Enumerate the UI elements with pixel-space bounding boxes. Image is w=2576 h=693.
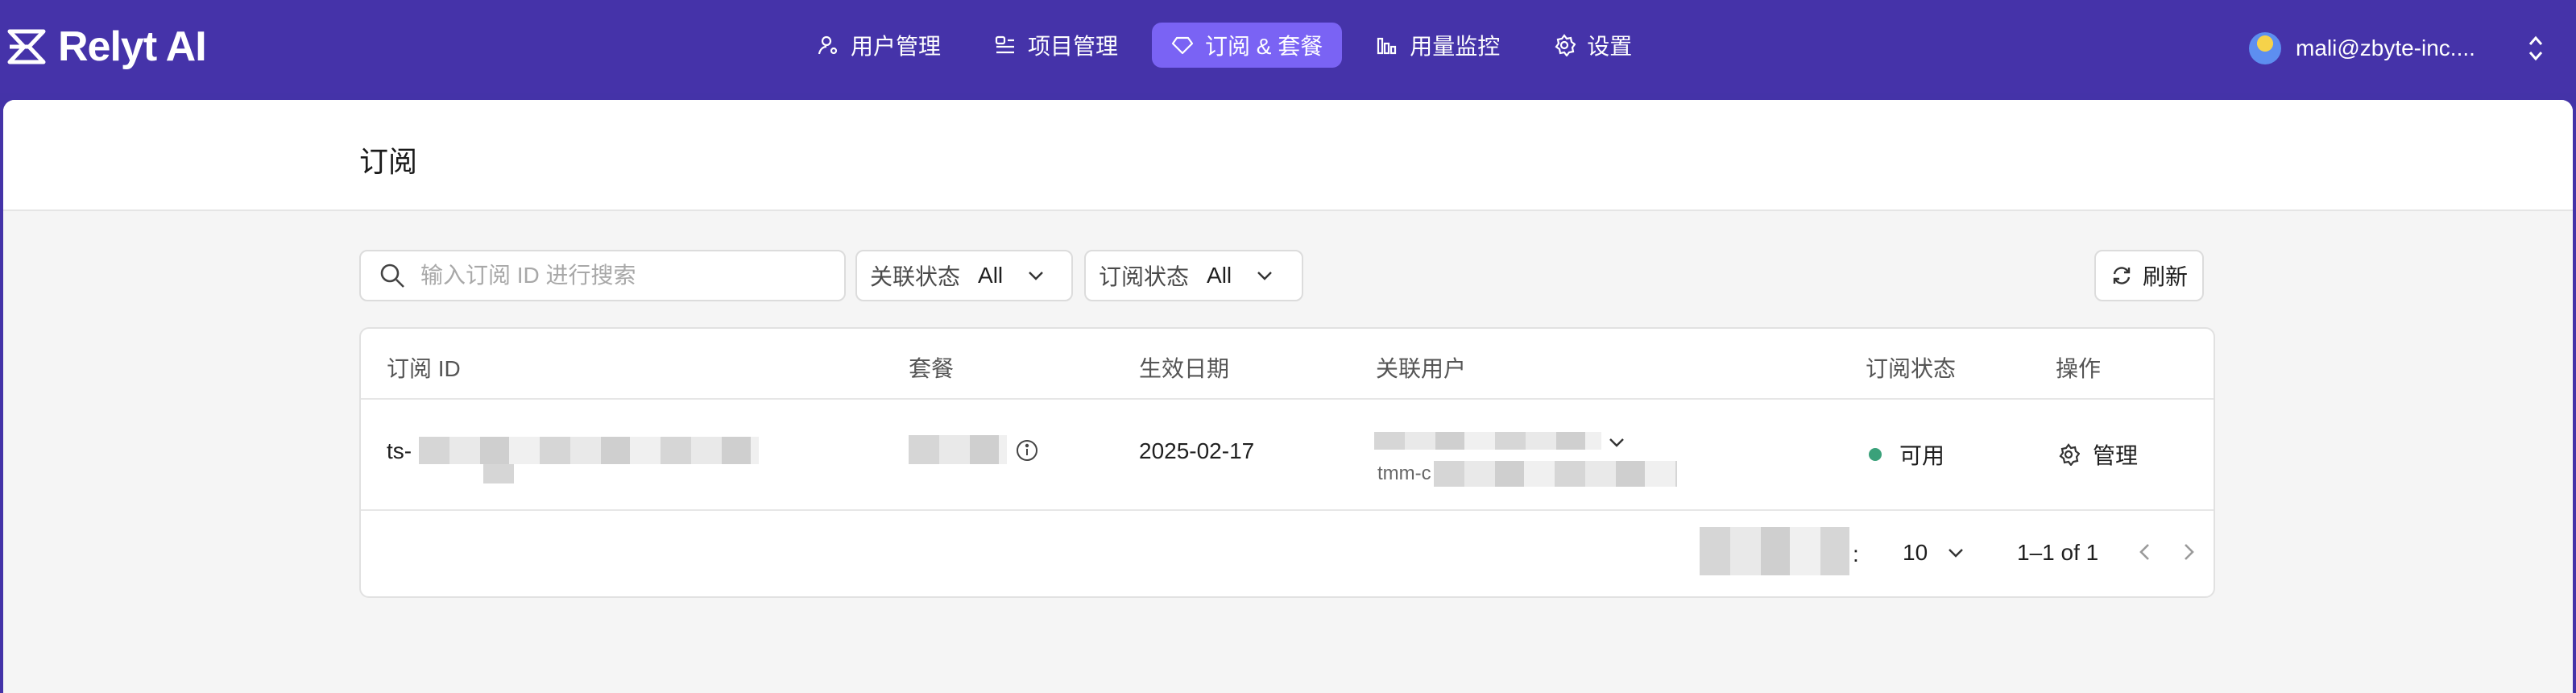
nav-item-label: 用量监控 (1410, 34, 1501, 59)
nav-item-users[interactable]: 用户管理 (797, 23, 960, 68)
filter-label: 关联状态 (870, 264, 961, 289)
redacted-subscription-id (483, 464, 514, 483)
column-header-status: 订阅状态 (1866, 356, 1957, 381)
filter-label: 订阅状态 (1099, 264, 1190, 289)
chevron-down-icon[interactable] (1606, 432, 1627, 453)
page-range: 1–1 of 1 (2017, 540, 2099, 565)
chevron-down-icon (1029, 272, 1043, 280)
bar-chart-icon (1377, 37, 1397, 55)
nav-item-label: 订阅 & 套餐 (1205, 34, 1323, 59)
app-logo[interactable]: Relyt AI (6, 23, 207, 70)
relyt-logo-icon (7, 29, 46, 64)
redacted-subscription-id (419, 437, 759, 464)
manage-button[interactable]: 管理 (2057, 438, 2138, 471)
page-title: 订阅 (359, 145, 418, 178)
status-label: 可用 (1899, 443, 1945, 468)
gear-icon (2059, 443, 2080, 466)
avatar (2249, 32, 2281, 64)
top-navigation-bar: Relyt AI 用户管理 项目管理 订阅 & 套餐 用量监控 设置 mali@… (0, 0, 2576, 93)
subscription-status: 可用 (1869, 438, 1944, 471)
account-menu[interactable]: mali@zbyte-inc.... (2249, 29, 2475, 68)
column-header-action: 操作 (2056, 356, 2102, 381)
status-dot (1869, 448, 1882, 461)
table-row[interactable]: ts- 2025-02-17 tmm-c 可用 管理 (361, 400, 2214, 511)
column-header-user: 关联用户 (1376, 356, 1467, 381)
filter-value: All (1207, 263, 1232, 288)
chevron-down-icon (1257, 272, 1272, 280)
column-header-plan: 套餐 (909, 356, 955, 381)
refresh-icon (2113, 267, 2131, 284)
main-nav: 用户管理 项目管理 订阅 & 套餐 用量监控 设置 (797, 23, 1666, 68)
diamond-icon (1171, 36, 1194, 55)
search-input[interactable] (420, 263, 839, 288)
redacted-page-size-label (1700, 527, 1849, 575)
table-header: 订阅 ID 套餐 生效日期 关联用户 订阅状态 操作 (361, 329, 2214, 400)
pagination: : 10 1–1 of 1 (361, 511, 2214, 596)
nav-item-projects[interactable]: 项目管理 (975, 23, 1137, 68)
chevron-left-icon[interactable] (2133, 538, 2157, 566)
nav-item-settings[interactable]: 设置 (1534, 23, 1651, 68)
filter-value: All (978, 263, 1004, 288)
chevron-down-icon (1949, 549, 1964, 558)
nav-item-label: 设置 (1587, 34, 1633, 59)
app-name: Relyt AI (58, 23, 207, 70)
effective-date: 2025-02-17 (1139, 438, 1255, 463)
redacted-user-sub (1434, 461, 1677, 487)
user-manage-icon (818, 35, 838, 55)
project-icon (995, 35, 1015, 54)
gear-icon (1555, 34, 1576, 56)
link-status-filter[interactable]: 关联状态 All (855, 250, 1073, 301)
chevron-up-down-icon[interactable] (2521, 32, 2550, 64)
content-panel: 订阅 关联状态 All 订阅状态 All 刷新 订阅 ID 套餐 生效日期 关联… (3, 100, 2573, 693)
nav-item-subscriptions[interactable]: 订阅 & 套餐 (1152, 23, 1343, 68)
column-header-date: 生效日期 (1139, 356, 1230, 381)
page-header: 订阅 (3, 100, 2573, 211)
subscription-status-filter[interactable]: 订阅状态 All (1084, 250, 1303, 301)
info-icon[interactable] (1015, 438, 1039, 463)
subscription-id-prefix: ts- (387, 438, 412, 463)
subscriptions-table: 订阅 ID 套餐 生效日期 关联用户 订阅状态 操作 ts- 2025-02-1… (359, 327, 2215, 598)
nav-item-usage[interactable]: 用量监控 (1356, 23, 1519, 68)
nav-item-label: 用户管理 (851, 34, 942, 59)
redacted-plan-name (909, 435, 1007, 464)
nav-item-label: 项目管理 (1028, 34, 1119, 59)
user-sub-prefix: tmm-c (1377, 463, 1431, 484)
search-box[interactable] (359, 250, 846, 301)
page-size-suffix: : (1853, 542, 1859, 566)
column-header-id: 订阅 ID (387, 356, 461, 381)
account-email: mali@zbyte-inc.... (2296, 35, 2475, 60)
page-size-select[interactable]: 10 (1903, 540, 1966, 566)
redacted-user-name (1374, 432, 1601, 450)
page-size-value: 10 (1903, 540, 1928, 565)
search-icon (380, 264, 404, 288)
manage-label: 管理 (2093, 443, 2139, 468)
refresh-button[interactable]: 刷新 (2094, 250, 2204, 301)
chevron-right-icon[interactable] (2176, 538, 2201, 566)
refresh-label: 刷新 (2142, 264, 2188, 289)
